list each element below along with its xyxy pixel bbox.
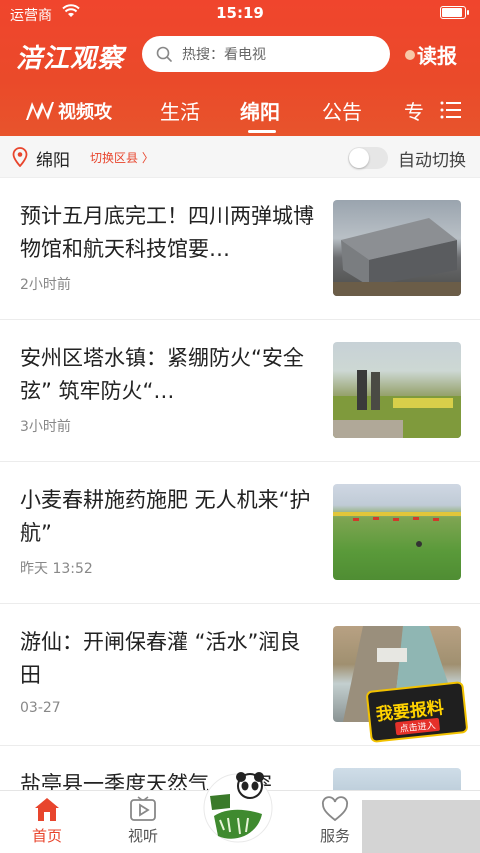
search-placeholder: 热搜：看电视: [182, 47, 266, 63]
channel-menu-icon[interactable]: [440, 100, 462, 120]
tab-mianyang[interactable]: 绵阳: [240, 96, 280, 125]
news-thumbnail: [333, 484, 461, 580]
switch-district-link[interactable]: 切换区县 〉: [90, 149, 154, 166]
news-title: 小麦春耕施药施肥 无人机来“护航”: [20, 488, 311, 545]
location-pin-icon: [12, 147, 28, 167]
location-bar: 绵阳 切换区县 〉 自动切换: [0, 136, 480, 178]
news-title: 安州区塔水镇：紧绷防火“安全弦” 筑牢防火“…: [20, 346, 304, 403]
news-thumbnail: [333, 342, 461, 438]
app-logo: 涪江观察: [16, 44, 125, 74]
tab-notice[interactable]: 公告: [322, 96, 362, 125]
panda-home-icon[interactable]: [200, 768, 276, 848]
heart-icon: [322, 796, 348, 822]
news-thumbnail: [333, 200, 461, 296]
submit-tip-button[interactable]: 我要报料 点击进入: [365, 681, 469, 743]
news-title: 游仙：开闸保春灌 “活水”润良田: [20, 630, 301, 687]
tab-home-label: 首页: [31, 827, 62, 845]
channel-tabs: 视频攻 生活 绵阳 公告 专: [0, 88, 480, 133]
clock: 15:19: [216, 4, 264, 22]
tab-home[interactable]: 首页: [12, 795, 82, 846]
news-time: 昨天 13:52: [20, 561, 93, 577]
search-icon: [156, 46, 172, 62]
tab-service[interactable]: 服务: [300, 795, 370, 846]
news-time: 3小时前: [20, 419, 71, 435]
status-bar: 运营商 15:19: [0, 0, 480, 26]
tab-av-label: 视听: [127, 827, 158, 845]
tab-service-label: 服务: [319, 827, 350, 845]
auto-switch-toggle[interactable]: [348, 147, 388, 169]
read-paper-button[interactable]: 读报: [405, 40, 457, 69]
app-header: 运营商 15:19 涪江观察 热搜：看电视 读报 视频攻 生活 绵阳 公告 专: [0, 0, 480, 136]
home-icon: [35, 798, 59, 821]
news-item[interactable]: 小麦春耕施药施肥 无人机来“护航” 昨天 13:52: [0, 462, 480, 604]
tab-video[interactable]: 视频攻: [24, 98, 112, 124]
tab-life[interactable]: 生活: [160, 96, 200, 125]
news-time: 2小时前: [20, 277, 71, 293]
news-time: 03-27: [20, 700, 61, 716]
read-paper-label: 读报: [417, 44, 457, 68]
news-title: 预计五月底完工！四川两弹城博物馆和航天科技馆要…: [20, 204, 314, 261]
search-box[interactable]: 热搜：看电视: [142, 36, 390, 72]
active-tab-indicator: [248, 130, 276, 133]
news-item[interactable]: 安州区塔水镇：紧绷防火“安全弦” 筑牢防火“… 3小时前: [0, 320, 480, 462]
read-paper-dot-icon: [405, 49, 415, 60]
battery-icon: [440, 6, 469, 19]
auto-switch-label: 自动切换: [398, 151, 466, 171]
corner-overlay: [362, 800, 480, 853]
tab-video-label: 视频攻: [58, 102, 112, 123]
current-city: 绵阳: [36, 151, 70, 171]
tab-av[interactable]: 视听: [108, 795, 178, 846]
news-item[interactable]: 预计五月底完工！四川两弹城博物馆和航天科技馆要… 2小时前: [0, 178, 480, 320]
play-icon: [130, 796, 156, 821]
tab-special[interactable]: 专: [404, 96, 424, 125]
video-logo-icon: [26, 102, 54, 120]
